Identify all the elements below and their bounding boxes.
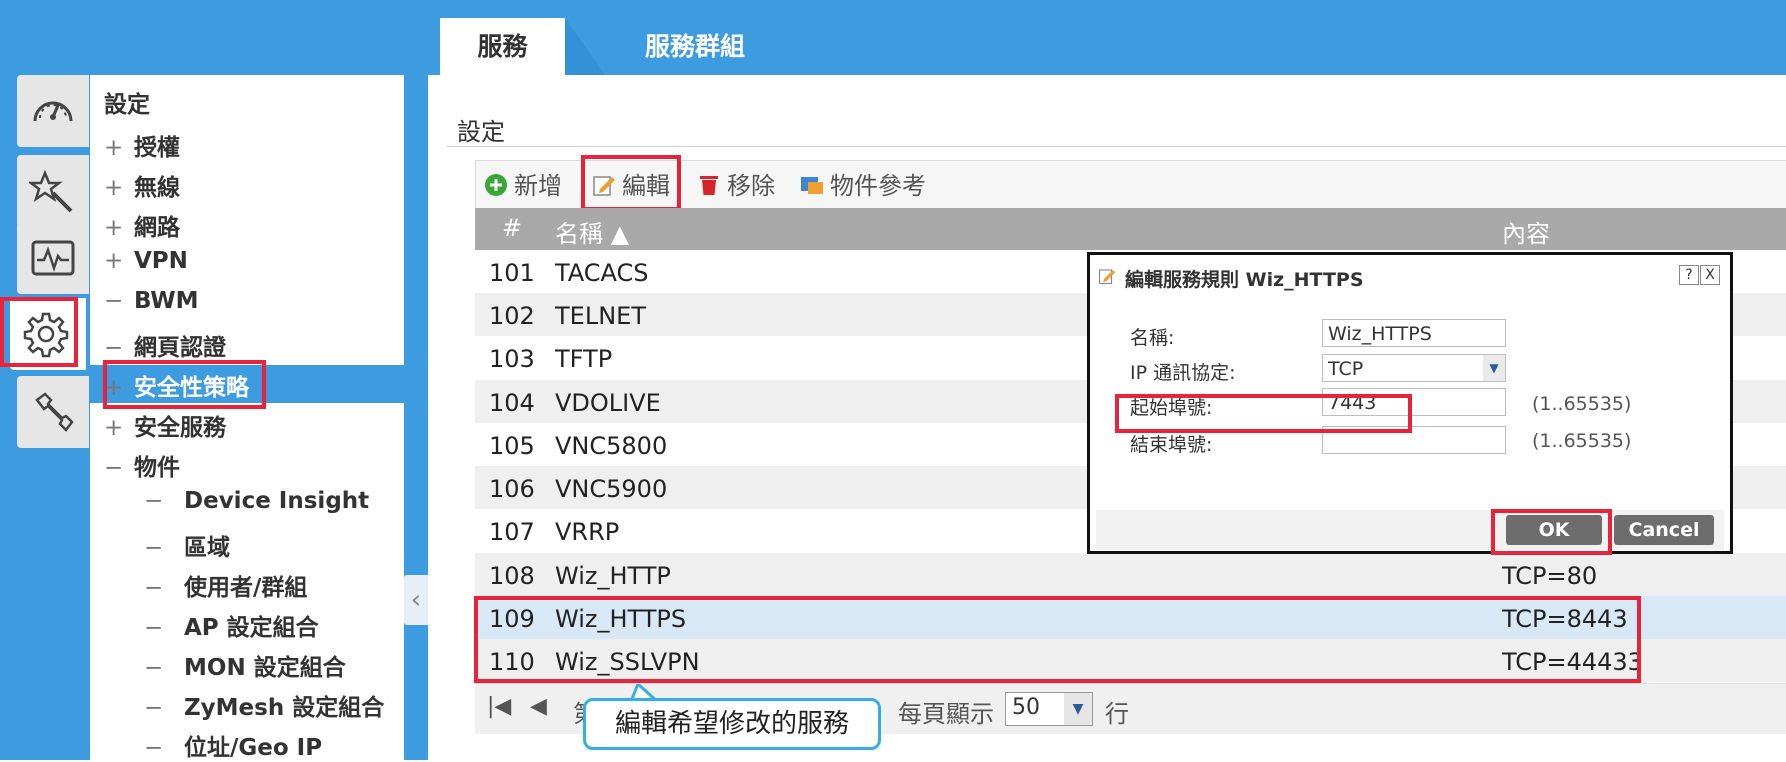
- tab-service[interactable]: 服務: [440, 18, 605, 75]
- security-policy-highlight-box: [103, 360, 266, 409]
- dialog-footer: OK Cancel: [1096, 510, 1724, 550]
- menu-item-network[interactable]: + 網路: [104, 208, 180, 242]
- menu-subitem-zymesh-profile[interactable]: − ZyMesh 設定組合: [144, 688, 384, 722]
- dashboard-button[interactable]: [17, 75, 89, 147]
- menu-item-web-auth[interactable]: − 網頁認證: [104, 328, 226, 362]
- help-icon[interactable]: ?: [1679, 265, 1699, 285]
- menu-item-bwm[interactable]: − BWM: [104, 288, 199, 314]
- menu-item-license[interactable]: + 授權: [104, 128, 180, 162]
- maintenance-button[interactable]: [17, 376, 89, 448]
- first-page-icon[interactable]: |◀: [487, 694, 511, 719]
- tools-icon: [35, 392, 74, 432]
- edit-icon: [1098, 269, 1116, 285]
- menu-subitem-zone[interactable]: − 區域: [144, 528, 230, 562]
- menu-item-object[interactable]: − 物件: [104, 448, 180, 482]
- rows-highlight-box: [474, 596, 1641, 683]
- instruction-callout: 編輯希望修改的服務: [583, 698, 881, 750]
- dashboard-icon: [33, 101, 73, 122]
- name-field[interactable]: Wiz_HTTPS: [1322, 319, 1506, 347]
- menu-subitem-address-geoip[interactable]: − 位址/Geo IP: [144, 728, 322, 762]
- protocol-label: IP 通訊協定:: [1130, 362, 1236, 384]
- monitor-icon: [31, 240, 75, 276]
- section-title: 設定: [457, 118, 505, 146]
- table-header: # 名稱 ▲ 內容: [475, 208, 1786, 250]
- wizard-button[interactable]: [17, 155, 89, 227]
- start-port-highlight-box: [1115, 394, 1412, 433]
- column-header-content[interactable]: 內容: [1502, 214, 1550, 249]
- wizard-icon: [29, 169, 73, 213]
- end-port-hint: (1..65535): [1532, 430, 1632, 452]
- table-row[interactable]: 108 Wiz_HTTP TCP=80: [475, 553, 1786, 596]
- add-icon: [485, 174, 507, 196]
- dialog-title: 編輯服務規則 Wiz_HTTPS: [1125, 269, 1364, 291]
- gear-highlight-box: [0, 297, 78, 367]
- menu-item-vpn[interactable]: + VPN: [104, 248, 188, 274]
- object-reference-button[interactable]: 物件參考: [800, 166, 926, 201]
- remove-button[interactable]: 移除: [697, 166, 775, 201]
- per-page-select[interactable]: 50 ▼: [1005, 692, 1093, 726]
- end-port-label: 結束埠號:: [1130, 434, 1213, 456]
- per-page-label: 每頁顯示: [898, 700, 994, 728]
- menu-subitem-device-insight[interactable]: − Device Insight: [144, 488, 369, 514]
- monitor-button[interactable]: [17, 222, 89, 294]
- per-page-suffix: 行: [1105, 700, 1129, 728]
- section-divider: [447, 146, 1786, 147]
- menu-subitem-user-group[interactable]: − 使用者/群組: [144, 568, 307, 602]
- trash-icon: [700, 176, 718, 195]
- chevron-down-icon: ▼: [1483, 355, 1505, 381]
- menu-item-security-service[interactable]: + 安全服務: [104, 408, 226, 442]
- menu-subitem-ap-profile[interactable]: − AP 設定組合: [144, 608, 319, 642]
- close-icon[interactable]: X: [1700, 265, 1720, 285]
- collapse-panel-handle[interactable]: ‹: [404, 575, 428, 625]
- configuration-menu: 設定 + 授權 + 無線 + 網路 + VPN − BWM − 網頁認證 + 安全性策略 + 安…: [90, 75, 404, 762]
- tab-service-group[interactable]: 服務群組: [620, 18, 770, 75]
- name-label: 名稱:: [1130, 327, 1175, 349]
- menu-title: 設定: [104, 92, 150, 118]
- start-port-hint: (1..65535): [1532, 393, 1632, 415]
- edit-highlight-box: [581, 155, 681, 211]
- menu-item-wireless[interactable]: + 無線: [104, 168, 180, 202]
- add-button[interactable]: 新增: [484, 166, 562, 201]
- ok-highlight-box: [1491, 509, 1612, 555]
- cancel-button[interactable]: Cancel: [1614, 515, 1714, 545]
- dialog-titlebar: 編輯服務規則 Wiz_HTTPS ? X: [1090, 255, 1730, 295]
- prev-page-icon[interactable]: ◀: [530, 694, 547, 719]
- column-header-num[interactable]: #: [502, 214, 522, 242]
- top-tab-bar: [0, 0, 1786, 75]
- column-header-name[interactable]: 名稱 ▲: [555, 214, 629, 249]
- menu-subitem-mon-profile[interactable]: − MON 設定組合: [144, 648, 346, 682]
- object-reference-icon: [801, 177, 823, 194]
- chevron-down-icon: ▼: [1064, 693, 1092, 725]
- protocol-select[interactable]: TCP ▼: [1322, 354, 1506, 382]
